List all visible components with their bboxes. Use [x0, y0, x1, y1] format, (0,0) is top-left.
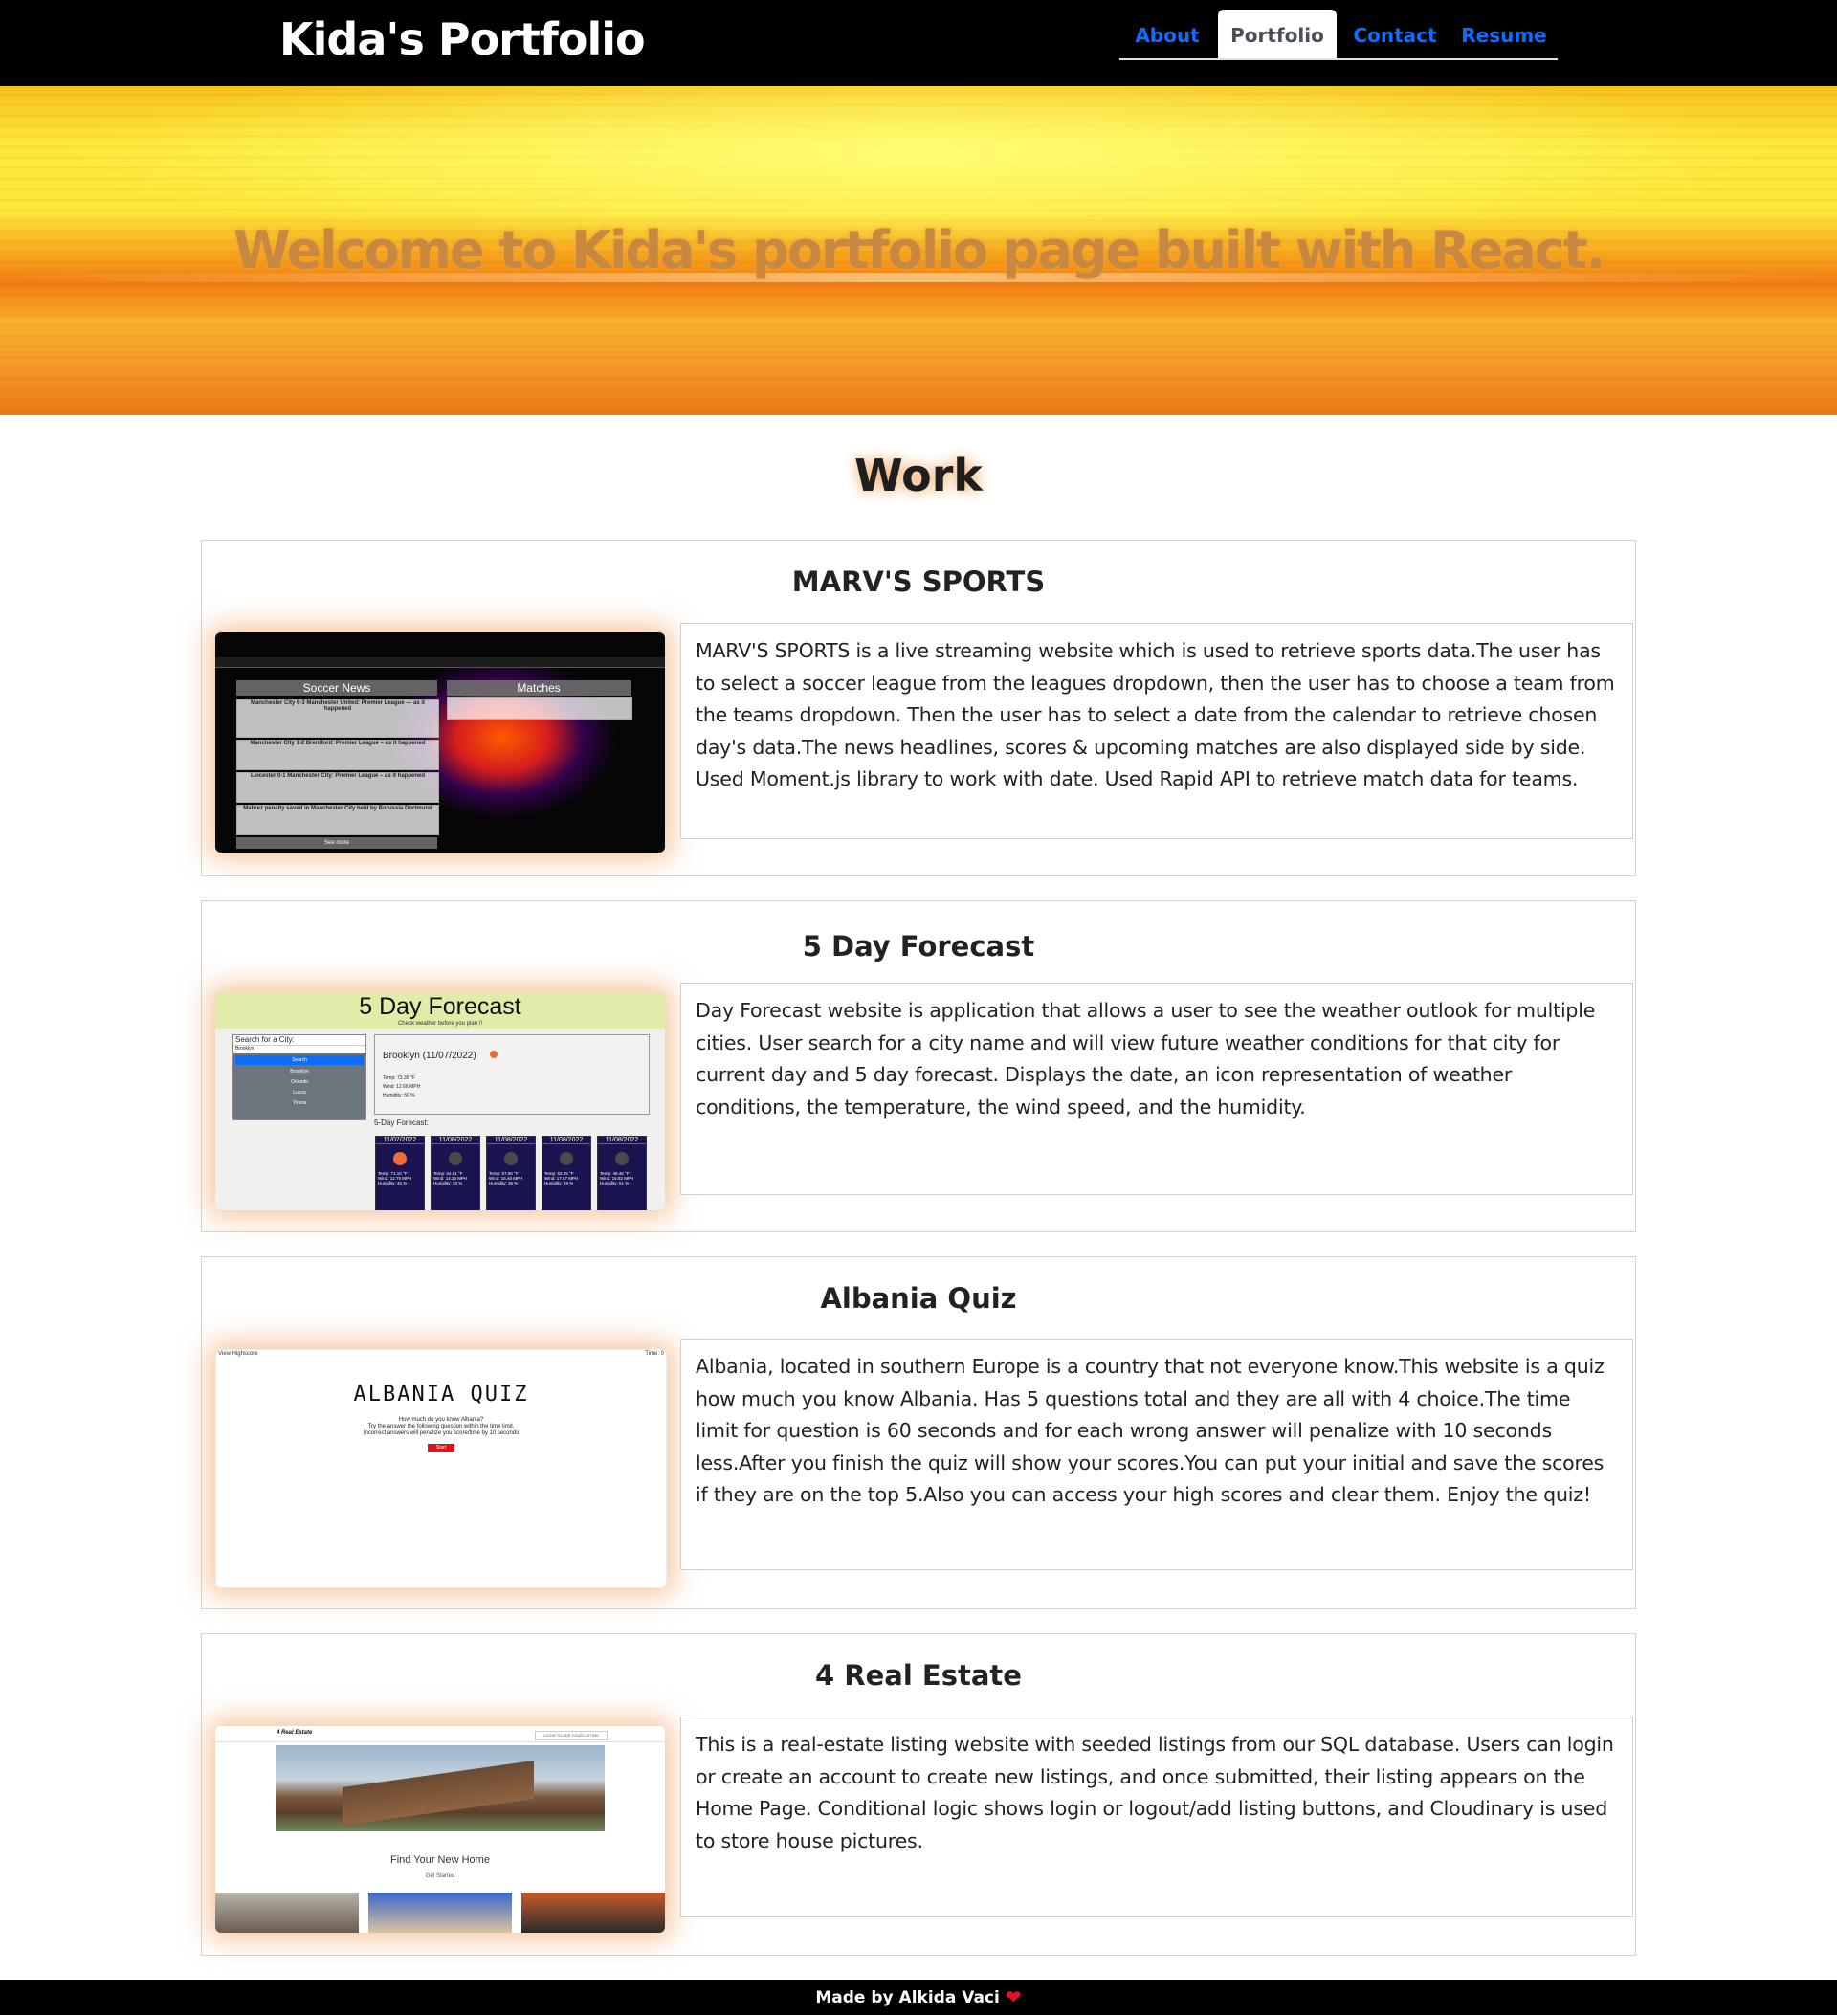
- screenshot-news-heading: Soccer News: [236, 680, 437, 696]
- weather-cloud-icon: [560, 1152, 573, 1165]
- forecast-day-date: 11/08/2022: [542, 1137, 590, 1144]
- brand-title[interactable]: Kida's Portfolio: [279, 10, 646, 69]
- hero-title: Welcome to Kida's portfolio page built w…: [232, 220, 1605, 280]
- project-screenshot[interactable]: View Highscore Time: 0 ALBANIA QUIZ How …: [215, 1349, 667, 1588]
- screenshot-quiz-line: Try the answer the following question wi…: [367, 1424, 515, 1429]
- project-screenshot[interactable]: 5 Day Forecast Check weather before you …: [215, 992, 665, 1210]
- project-description: Albania, located in southern Europe is a…: [696, 1355, 1605, 1507]
- project-description: This is a real-estate listing website wi…: [696, 1733, 1614, 1852]
- forecast-day-date: 11/07/2022: [376, 1137, 424, 1144]
- screenshot-hero-image: [276, 1745, 605, 1831]
- project-title: 4 Real Estate: [815, 1659, 1022, 1692]
- screenshot-quiz-line: How much do you know Albania?: [398, 1417, 484, 1423]
- screenshot-cta: Get Started: [425, 1873, 455, 1879]
- screenshot-headline: Leicester 0-1 Manchester City: Premier L…: [236, 772, 439, 803]
- forecast-day-humidity: Humidity: 45 %: [378, 1181, 408, 1185]
- forecast-day-card: 11/07/2022 Temp: 71.10 °F Wind: 12.75 MP…: [375, 1136, 425, 1210]
- screenshot-start-button: Start: [428, 1444, 454, 1452]
- screenshot-forecast-label: 5-Day Forecast:: [374, 1119, 429, 1127]
- forecast-day-humidity: Humidity: 33 %: [433, 1181, 463, 1185]
- top-navbar: Kida's Portfolio About Portfolio Contact…: [0, 0, 1837, 86]
- project-description: Day Forecast website is application that…: [696, 999, 1596, 1119]
- project-title: 5 Day Forecast: [802, 930, 1035, 963]
- weather-cloud-icon: [449, 1152, 462, 1165]
- screenshot-matches-heading: Matches: [447, 680, 631, 696]
- screenshot-search-label: Search for a City:: [233, 1035, 365, 1045]
- project-description-box: Day Forecast website is application that…: [680, 983, 1633, 1195]
- work-heading: Work: [854, 450, 983, 501]
- screenshot-logo: 4 Real Estate: [277, 1730, 313, 1736]
- project-card-marvs-sports: MARV'S SPORTS Soccer News Matches Manche…: [201, 540, 1636, 876]
- tab-portfolio[interactable]: Portfolio: [1218, 10, 1337, 58]
- screenshot-search-button: Search: [235, 1055, 364, 1065]
- screenshot-search-panel: Search for a City: Brooklyn Search Brook…: [232, 1034, 366, 1120]
- screenshot-current-city: Brooklyn (11/07/2022): [383, 1051, 476, 1061]
- project-card-4-real-estate: 4 Real Estate 4 Real Estate LOGIN TO ADD…: [201, 1633, 1636, 1956]
- screenshot-house-shape: [343, 1760, 534, 1827]
- project-description-box: This is a real-estate listing website wi…: [680, 1717, 1633, 1917]
- weather-cloud-icon: [504, 1152, 518, 1165]
- screenshot-quiz-line: Incorrect answers will penalize you scor…: [363, 1430, 520, 1436]
- project-screenshot[interactable]: 4 Real Estate LOGIN TO ADD YOUR LISTING …: [215, 1726, 665, 1933]
- project-card-albania-quiz: Albania Quiz View Highscore Time: 0 ALBA…: [201, 1256, 1636, 1609]
- screenshot-history-item: Tirana: [293, 1100, 306, 1106]
- screenshot-headline: Mahrez penalty saved in Manchester City …: [236, 805, 439, 835]
- screenshot-headline: Manchester City 6-3 Manchester United: P…: [236, 699, 439, 738]
- screenshot-history-item: Orlando: [291, 1079, 308, 1085]
- project-card-5-day-forecast: 5 Day Forecast 5 Day Forecast Check weat…: [201, 900, 1636, 1232]
- screenshot-login-button: LOGIN TO ADD YOUR LISTING: [535, 1731, 608, 1740]
- screenshot-match-panel: [447, 697, 632, 720]
- forecast-day-humidity: Humidity: 36 %: [489, 1181, 519, 1185]
- screenshot-current-temp: Temp: 73.35 °F: [383, 1075, 415, 1081]
- project-description: MARV'S SPORTS is a live streaming websit…: [696, 639, 1615, 791]
- screenshot-history-item: Brooklyn: [290, 1069, 309, 1074]
- weather-cloud-icon: [615, 1152, 629, 1165]
- screenshot-search-value: Brooklyn: [233, 1045, 365, 1053]
- project-title: Albania Quiz: [820, 1282, 1017, 1315]
- forecast-day-humidity: Humidity: 48 %: [544, 1181, 574, 1185]
- screenshot-current-weather: Brooklyn (11/07/2022) Temp: 73.35 °F Win…: [374, 1034, 650, 1115]
- heart-icon: ❤: [1005, 1985, 1022, 2008]
- screenshot-quiz-title: ALBANIA QUIZ: [353, 1383, 529, 1407]
- screenshot-timer: Time: 0: [645, 1351, 664, 1357]
- forecast-day-date: 11/08/2022: [487, 1137, 535, 1144]
- weather-sun-icon: [490, 1051, 498, 1058]
- forecast-day-date: 11/08/2022: [598, 1137, 646, 1144]
- tab-contact[interactable]: Contact: [1343, 10, 1447, 58]
- tab-about[interactable]: About: [1119, 10, 1215, 58]
- screenshot-current-wind: Wind: 12.66 MPH: [383, 1084, 421, 1090]
- footer-credit: Made by Alkida Vaci: [815, 1988, 1000, 2007]
- screenshot-current-humidity: Humidity: 50 %: [383, 1093, 415, 1098]
- project-title: MARV'S SPORTS: [791, 565, 1046, 598]
- screenshot-listing-thumb: [368, 1893, 512, 1933]
- screenshot-headline: Find Your New Home: [390, 1854, 490, 1866]
- screenshot-headline: Manchester City 1-2 Brentford: Premier L…: [236, 740, 439, 770]
- screenshot-view-highscore: View Highscore: [218, 1351, 258, 1357]
- forecast-day-card: 11/08/2022 Temp: 49.46 °F Wind: 15.82 MP…: [597, 1136, 647, 1210]
- screenshot-see-more: See more: [236, 837, 437, 849]
- forecast-day-card: 11/08/2022 Temp: 52.25 °F Wind: 17.67 MP…: [542, 1136, 591, 1210]
- screenshot-search-bar: [215, 657, 665, 668]
- forecast-day-card: 11/08/2022 Temp: 64.51 °F Wind: 14.36 MP…: [431, 1136, 480, 1210]
- screenshot-listing-thumb: [521, 1893, 665, 1933]
- forecast-day-card: 11/08/2022 Temp: 57.06 °F Wind: 16.46 MP…: [486, 1136, 536, 1210]
- nav-tabs: About Portfolio Contact Resume: [1119, 10, 1558, 60]
- footer: Made by Alkida Vaci ❤: [0, 1980, 1837, 2015]
- project-screenshot[interactable]: Soccer News Matches Manchester City 6-3 …: [215, 632, 665, 853]
- forecast-day-humidity: Humidity: 51 %: [600, 1181, 630, 1185]
- forecast-day-date: 11/08/2022: [432, 1137, 479, 1144]
- screenshot-subtitle: Check weather before you plan !!: [397, 1021, 483, 1027]
- hero-banner: Welcome to Kida's portfolio page built w…: [0, 86, 1837, 415]
- screenshot-history-item: Lucca: [293, 1090, 306, 1096]
- screenshot-listing-thumb: [215, 1893, 359, 1933]
- weather-sun-icon: [393, 1152, 407, 1165]
- project-description-box: Albania, located in southern Europe is a…: [680, 1339, 1633, 1570]
- tab-resume[interactable]: Resume: [1454, 10, 1554, 58]
- project-description-box: MARV'S SPORTS is a live streaming websit…: [680, 623, 1633, 839]
